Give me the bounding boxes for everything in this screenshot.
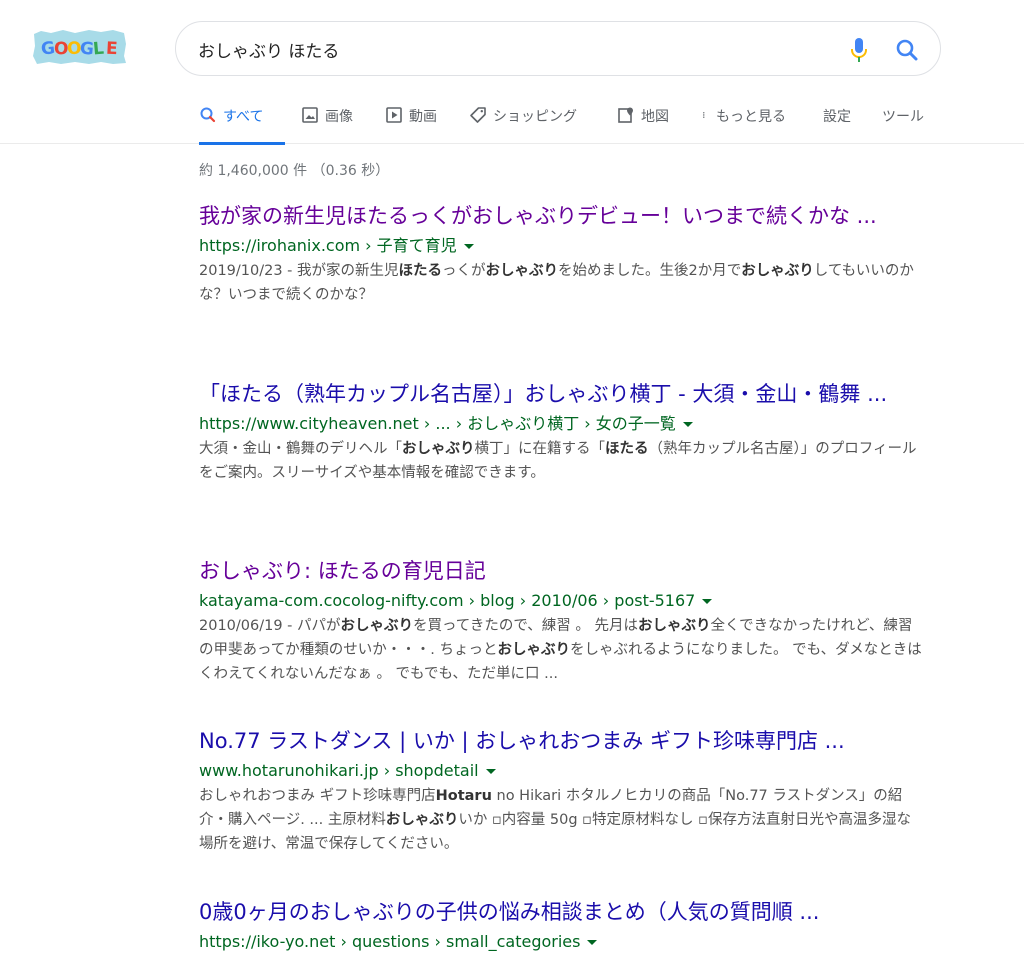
search-box[interactable]: [175, 21, 941, 76]
caret-down-icon[interactable]: [682, 421, 693, 427]
tab-tools[interactable]: ツール: [882, 98, 924, 144]
result-url-text[interactable]: https://iko-yo.net › questions › small_c…: [199, 930, 580, 954]
tab-label: ショッピング: [493, 109, 577, 125]
result-url-text[interactable]: https://irohanix.com › 子育て育児: [199, 234, 457, 258]
result-url: katayama-com.cocolog-nifty.com › blog › …: [199, 589, 924, 613]
tab-label: ツール: [882, 109, 924, 125]
search-result: 我が家の新生児ほたるっくがおしゃぶりデビュー！いつまで続くかな ... http…: [199, 201, 924, 307]
caret-down-icon[interactable]: [485, 768, 496, 774]
result-snippet: 大須・金山・鶴舞のデリヘル「おしゃぶり横丁」に在籍する「ほたる（熟年カップル名古…: [199, 441, 917, 481]
result-url: www.hotarunohikari.jp › shopdetail: [199, 759, 924, 783]
play-icon: [386, 107, 402, 123]
result-url: https://irohanix.com › 子育て育児: [199, 234, 924, 258]
search-input[interactable]: [198, 35, 818, 63]
result-url: https://iko-yo.net › questions › small_c…: [199, 930, 924, 954]
result-snippet: 2010/06/19 - パパがおしゃぶりを買ってきたので、練習 。 先月はおし…: [199, 618, 922, 682]
tab-all[interactable]: すべて: [199, 98, 285, 145]
result-title[interactable]: 「ほたる（熟年カップル名古屋）」おしゃぶり横丁 - 大須・金山・鶴舞 ...: [199, 379, 924, 410]
search-icon: [200, 107, 216, 123]
logo-letter: E: [105, 39, 118, 60]
result-title[interactable]: おしゃぶり: ほたるの育児日記: [199, 556, 924, 587]
result-url-text[interactable]: https://www.cityheaven.net › ... › おしゃぶり…: [199, 412, 676, 436]
tab-label: 画像: [325, 109, 353, 125]
search-result: No.77 ラストダンス | いか | おしゃれおつまみ ギフト珍味専門店 ..…: [199, 726, 924, 856]
logo-letter: L: [92, 39, 105, 60]
tab-images[interactable]: 画像: [301, 98, 353, 144]
tab-videos[interactable]: 動画: [385, 98, 437, 144]
search-button[interactable]: [893, 36, 921, 64]
more-vertical-icon: [703, 112, 705, 118]
search-result: 0歳0ヶ月のおしゃぶりの子供の悩み相談まとめ（人気の質問順 ... https:…: [199, 897, 924, 954]
magnifier-icon: [896, 39, 918, 61]
result-snippet: おしゃれおつまみ ギフト珍味専門店Hotaru no Hikari ホタルノヒカ…: [199, 788, 911, 852]
result-title[interactable]: 我が家の新生児ほたるっくがおしゃぶりデビュー！いつまで続くかな ...: [199, 201, 924, 232]
result-url-text[interactable]: www.hotarunohikari.jp › shopdetail: [199, 759, 479, 783]
tab-label: すべて: [223, 109, 264, 125]
google-logo[interactable]: GOOGLE: [31, 28, 127, 66]
tab-shopping[interactable]: ショッピング: [469, 98, 577, 144]
result-snippet: 2019/10/23 - 我が家の新生児ほたるっくがおしゃぶりを始めました。生後…: [199, 263, 914, 303]
tag-icon: [470, 107, 486, 123]
tab-more[interactable]: もっと見る: [702, 98, 786, 144]
tab-maps[interactable]: 地図: [617, 98, 669, 144]
map-pin-icon: [618, 107, 633, 123]
tab-label: 設定: [823, 109, 851, 125]
tab-settings[interactable]: 設定: [823, 98, 851, 144]
result-title[interactable]: 0歳0ヶ月のおしゃぶりの子供の悩み相談まとめ（人気の質問順 ...: [199, 897, 924, 928]
search-tabs: すべて 画像 動画 ショッピング 地図 もっと見る 設定 ツール: [0, 98, 1024, 145]
tab-label: 動画: [409, 109, 437, 125]
tab-label: もっと見る: [716, 109, 786, 125]
caret-down-icon[interactable]: [587, 939, 598, 945]
search-result: 「ほたる（熟年カップル名古屋）」おしゃぶり横丁 - 大須・金山・鶴舞 ... h…: [199, 379, 924, 485]
result-url-text[interactable]: katayama-com.cocolog-nifty.com › blog › …: [199, 589, 695, 613]
result-stats: 約 1,460,000 件 （0.36 秒）: [199, 163, 390, 179]
result-url: https://www.cityheaven.net › ... › おしゃぶり…: [199, 412, 924, 436]
caret-down-icon[interactable]: [463, 243, 474, 249]
caret-down-icon[interactable]: [702, 598, 713, 604]
image-icon: [302, 107, 318, 123]
tab-label: 地図: [641, 109, 669, 125]
result-title[interactable]: No.77 ラストダンス | いか | おしゃれおつまみ ギフト珍味専門店 ..…: [199, 726, 924, 757]
search-result: おしゃぶり: ほたるの育児日記 katayama-com.cocolog-nif…: [199, 556, 924, 686]
mic-icon[interactable]: [847, 36, 871, 64]
